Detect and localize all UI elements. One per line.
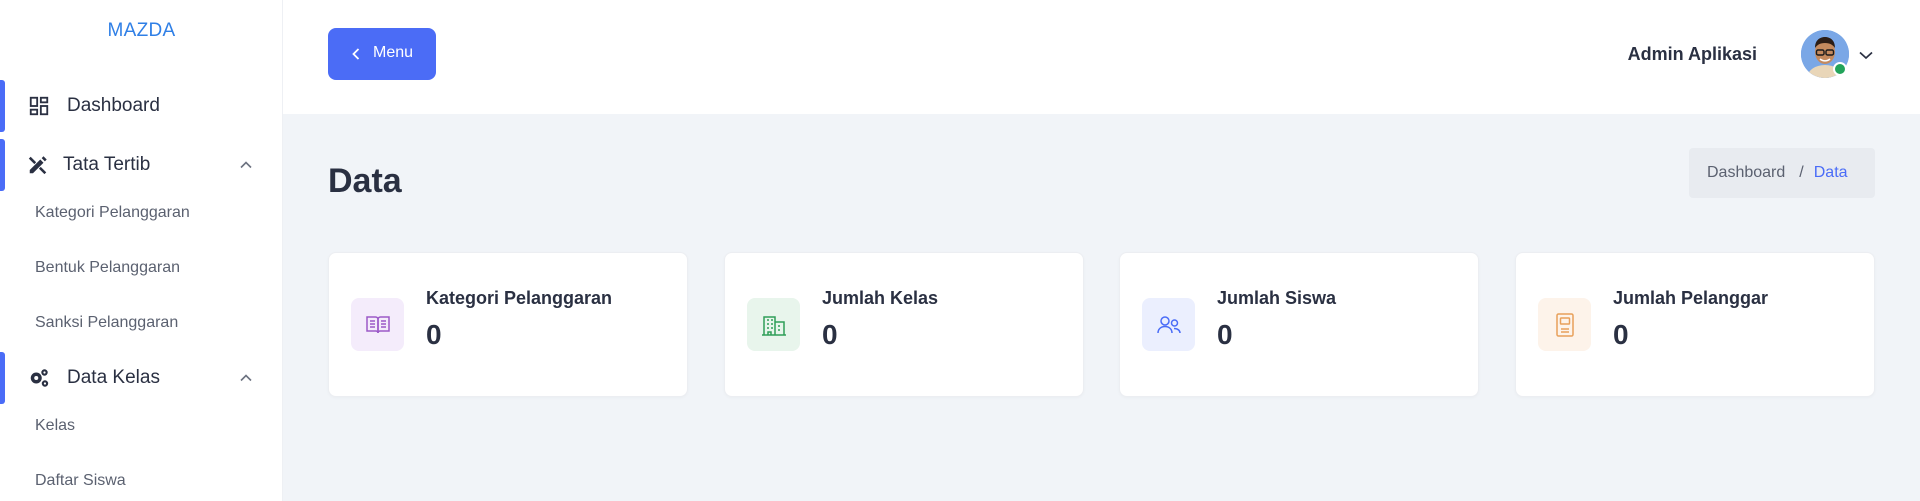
card-title: Jumlah Kelas bbox=[822, 288, 939, 308]
active-indicator bbox=[0, 139, 5, 191]
card-value: 0 bbox=[822, 319, 838, 350]
card-title: Jumlah Siswa bbox=[1217, 288, 1337, 308]
sidebar-item-dashboard[interactable]: Dashboard bbox=[0, 80, 283, 132]
sidebar-subitem-daftar-siswa[interactable]: Daftar Siswa bbox=[35, 472, 126, 490]
breadcrumb-current: Data bbox=[1813, 164, 1848, 181]
book-open-icon bbox=[365, 315, 390, 333]
sidebar-subitem-bentuk-pelanggaran[interactable]: Bentuk Pelanggaran bbox=[35, 259, 180, 277]
menu-button-label: Menu bbox=[373, 44, 414, 61]
card-title: Kategori Pelanggaran bbox=[426, 288, 613, 308]
brand-logo-text[interactable]: MAZDA bbox=[0, 20, 283, 42]
sidebar-item-label: Tata Tertib bbox=[63, 154, 151, 175]
stat-card-jumlah-kelas: Jumlah Kelas 0 bbox=[724, 252, 1084, 397]
stat-card-kategori-pelanggaran: Kategori Pelanggaran 0 bbox=[328, 252, 688, 397]
active-indicator bbox=[0, 352, 5, 404]
sidebar-item-data-kelas[interactable]: Data Kelas bbox=[0, 352, 283, 404]
card-icon-box bbox=[1142, 298, 1195, 351]
chevron-up-icon[interactable] bbox=[238, 370, 254, 386]
card-icon-box bbox=[747, 298, 800, 351]
pencil-ruler-icon bbox=[28, 156, 47, 175]
stat-card-jumlah-pelanggar: Jumlah Pelanggar 0 bbox=[1515, 252, 1875, 397]
page-title: Data bbox=[328, 162, 402, 200]
card-value: 0 bbox=[426, 319, 442, 350]
user-name[interactable]: Admin Aplikasi bbox=[1628, 44, 1757, 65]
dashboard-grid-icon bbox=[29, 96, 49, 116]
users-icon bbox=[1156, 315, 1181, 333]
active-indicator bbox=[0, 80, 5, 132]
sidebar: MAZDA Dashboard Tata Tertib Kategori Pel… bbox=[0, 0, 283, 501]
sidebar-subitem-kelas[interactable]: Kelas bbox=[35, 417, 75, 435]
chevron-down-icon[interactable] bbox=[1857, 46, 1875, 64]
sidebar-subitem-kategori-pelanggaran[interactable]: Kategori Pelanggaran bbox=[35, 204, 190, 222]
building-icon bbox=[761, 315, 786, 336]
breadcrumb-separator: / bbox=[1799, 164, 1804, 181]
top-header: Menu Admin Aplikasi bbox=[283, 0, 1920, 114]
breadcrumb-home-link[interactable]: Dashboard bbox=[1707, 164, 1785, 182]
chevron-left-icon bbox=[352, 48, 360, 60]
card-icon-box bbox=[1538, 298, 1591, 351]
card-title: Jumlah Pelanggar bbox=[1613, 288, 1769, 308]
sidebar-item-tata-tertib[interactable]: Tata Tertib bbox=[0, 139, 283, 191]
sidebar-item-label: Data Kelas bbox=[67, 367, 160, 388]
card-value: 0 bbox=[1613, 319, 1629, 350]
online-status-dot bbox=[1833, 62, 1847, 76]
card-value: 0 bbox=[1217, 319, 1233, 350]
stat-card-jumlah-siswa: Jumlah Siswa 0 bbox=[1119, 252, 1479, 397]
sidebar-item-label: Dashboard bbox=[67, 95, 160, 116]
gears-icon bbox=[30, 369, 49, 387]
menu-toggle-button[interactable]: Menu bbox=[328, 28, 436, 80]
card-icon-box bbox=[351, 298, 404, 351]
notebook-icon bbox=[1555, 312, 1574, 337]
breadcrumb: Dashboard / Data bbox=[1689, 148, 1875, 198]
chevron-up-icon[interactable] bbox=[238, 157, 254, 173]
sidebar-subitem-sanksi-pelanggaran[interactable]: Sanksi Pelanggaran bbox=[35, 314, 178, 332]
